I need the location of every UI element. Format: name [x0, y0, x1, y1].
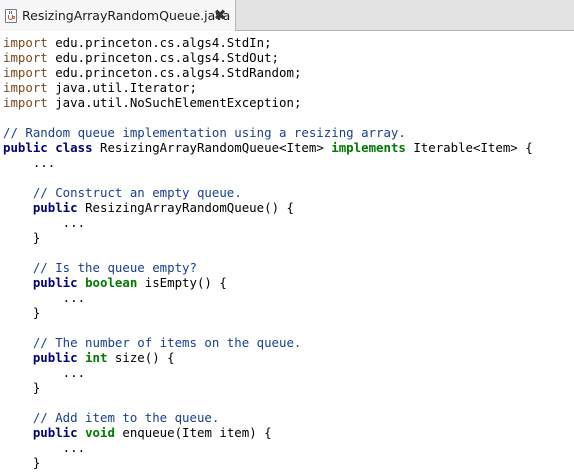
tab-title: ResizingArrayRandomQueue.java	[22, 8, 231, 23]
code-text: Iterable<Item> {	[405, 140, 533, 155]
type-keyword: implements	[331, 140, 406, 155]
code-line: public void enqueue(Item item) {	[3, 425, 533, 440]
code-text: ...	[3, 155, 56, 170]
import-keyword: import	[3, 65, 48, 80]
tab-resizing-array-random-queue[interactable]: ResizingArrayRandomQueue.java ✖	[0, 0, 236, 31]
code-comment: // Random queue implementation using a r…	[3, 125, 406, 140]
code-text: size() {	[107, 350, 175, 365]
code-line: import java.util.NoSuchElementException;	[3, 95, 533, 110]
type-keyword: boolean	[85, 275, 138, 290]
code-line: ...	[3, 215, 533, 230]
code-line: public ResizingArrayRandomQueue() {	[3, 200, 533, 215]
code-text: ResizingArrayRandomQueue() {	[77, 200, 294, 215]
code-text: ...	[3, 290, 86, 305]
code-line: // Is the queue empty?	[3, 260, 533, 275]
code-line: ...	[3, 440, 533, 455]
code-text: edu.princeton.cs.algs4.StdIn;	[47, 35, 272, 50]
modifier-keyword: public	[32, 275, 78, 290]
import-keyword: import	[3, 80, 48, 95]
code-line: import edu.princeton.cs.algs4.StdRandom;	[3, 65, 533, 80]
code-text: edu.princeton.cs.algs4.StdRandom;	[47, 65, 302, 80]
code-comment: // Construct an empty queue.	[32, 185, 242, 200]
code-line: }	[3, 455, 533, 470]
close-icon[interactable]: ✖	[213, 7, 227, 23]
code-text: edu.princeton.cs.algs4.StdOut;	[47, 50, 280, 65]
code-content: import edu.princeton.cs.algs4.StdIn; impo…	[3, 35, 533, 470]
code-text: }	[3, 305, 41, 320]
code-line: import java.util.Iterator;	[3, 80, 533, 95]
code-line: import edu.princeton.cs.algs4.StdIn;	[3, 35, 533, 50]
code-line: }	[3, 305, 533, 320]
modifier-keyword: public	[32, 200, 78, 215]
code-text: }	[3, 230, 41, 245]
tab-bar: ResizingArrayRandomQueue.java ✖	[0, 0, 574, 31]
code-line: public class ResizingArrayRandomQueue<It…	[3, 140, 533, 155]
code-line: import edu.princeton.cs.algs4.StdOut;	[3, 50, 533, 65]
import-keyword: import	[3, 35, 48, 50]
code-line: // Random queue implementation using a r…	[3, 125, 533, 140]
code-text: java.util.Iterator;	[47, 80, 197, 95]
code-text: ResizingArrayRandomQueue<Item>	[92, 140, 332, 155]
code-text: isEmpty() {	[137, 275, 227, 290]
code-line: ...	[3, 155, 533, 170]
code-line: // Construct an empty queue.	[3, 185, 533, 200]
code-comment: // The number of items on the queue.	[32, 335, 302, 350]
type-keyword: void	[85, 425, 115, 440]
code-text: }	[3, 455, 41, 470]
import-keyword: import	[3, 50, 48, 65]
code-editor[interactable]: import edu.princeton.cs.algs4.StdIn; impo…	[0, 31, 574, 472]
java-file-icon	[5, 8, 17, 23]
modifier-keyword: public	[32, 425, 78, 440]
code-text: ...	[3, 215, 86, 230]
code-line: ...	[3, 290, 533, 305]
modifier-keyword: public	[32, 350, 78, 365]
code-comment: // Is the queue empty?	[32, 260, 197, 275]
code-comment: // Add item to the queue.	[32, 410, 220, 425]
code-line: ...	[3, 365, 533, 380]
code-text: }	[3, 380, 41, 395]
code-line: }	[3, 230, 533, 245]
import-keyword: import	[3, 95, 48, 110]
code-line: public int size() {	[3, 350, 533, 365]
modifier-keyword: public	[3, 140, 48, 155]
code-text: enqueue(Item item) {	[114, 425, 272, 440]
editor-window: ResizingArrayRandomQueue.java ✖ import e…	[0, 0, 574, 472]
type-keyword: int	[85, 350, 108, 365]
code-line: }	[3, 380, 533, 395]
code-text: ...	[3, 365, 86, 380]
code-line: public boolean isEmpty() {	[3, 275, 533, 290]
code-text: java.util.NoSuchElementException;	[47, 95, 302, 110]
code-line: // Add item to the queue.	[3, 410, 533, 425]
modifier-keyword: class	[55, 140, 93, 155]
code-text: ...	[3, 440, 86, 455]
code-line: // The number of items on the queue.	[3, 335, 533, 350]
